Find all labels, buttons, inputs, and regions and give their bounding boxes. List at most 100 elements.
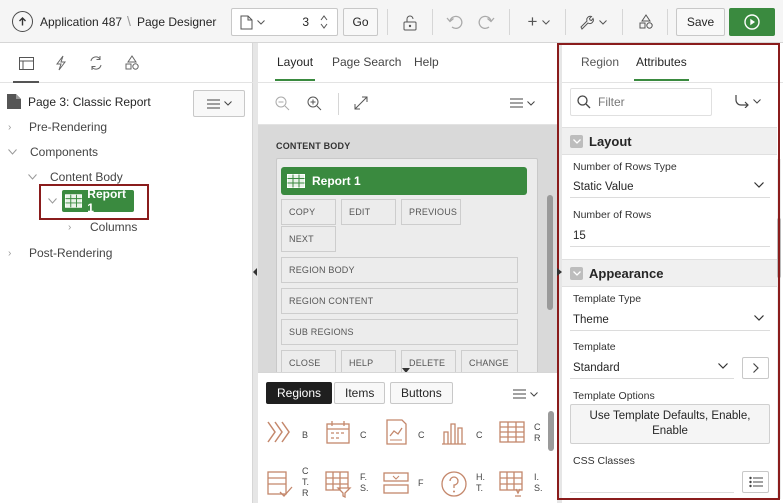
run-button[interactable] <box>729 8 775 36</box>
page-selector[interactable]: 3 <box>231 8 338 36</box>
rows-label: Number of Rows <box>573 209 652 221</box>
property-scroll-track[interactable] <box>777 159 781 499</box>
template-type-value: Theme <box>573 313 609 326</box>
page-number-input[interactable]: 3 <box>302 15 309 29</box>
form-region-icon[interactable] <box>382 470 410 498</box>
tree-node-pre-rendering[interactable]: › Pre-Rendering <box>8 120 107 134</box>
slot-previous[interactable]: PREVIOUS <box>401 199 461 225</box>
chevron-down-icon <box>718 363 728 369</box>
breadcrumb-region-icon[interactable] <box>266 418 294 446</box>
slot-close[interactable]: CLOSE <box>281 350 336 372</box>
calendar-region-icon[interactable] <box>324 418 352 446</box>
css-classes-list-button[interactable] <box>742 471 769 493</box>
gallery-tab-buttons[interactable]: Buttons <box>390 382 453 404</box>
save-button[interactable]: Save <box>676 8 725 36</box>
gallery-scrollbar[interactable] <box>548 411 554 451</box>
layout-menu-button[interactable] <box>510 98 535 108</box>
template-type-select[interactable]: Theme <box>570 309 770 331</box>
redo-icon[interactable] <box>473 8 499 36</box>
dynamic-actions-tab-icon[interactable] <box>52 54 70 72</box>
property-scroll-thumb[interactable] <box>777 218 781 278</box>
faceted-search-region-icon[interactable] <box>324 470 352 498</box>
page-node[interactable]: Page 3: Classic Report <box>6 93 151 110</box>
group-appearance[interactable]: Appearance <box>562 259 777 287</box>
play-icon <box>744 14 760 30</box>
chevron-down-icon <box>530 391 538 397</box>
toolbar-divider <box>667 9 668 35</box>
tree-menu-button[interactable] <box>193 90 245 117</box>
create-menu-button[interactable]: + <box>523 8 555 36</box>
shared-components-tab-icon[interactable] <box>123 54 141 72</box>
rows-type-select[interactable]: Static Value <box>570 176 770 198</box>
app-up-icon[interactable] <box>12 11 33 32</box>
template-select[interactable]: Standard <box>570 357 734 379</box>
tree-node-report-1[interactable]: Report 1 <box>62 187 134 215</box>
canvas-scrollbar[interactable] <box>547 195 553 310</box>
tab-help[interactable]: Help <box>414 55 439 69</box>
page-number-spinner[interactable] <box>319 12 333 32</box>
image-region-icon[interactable] <box>498 470 526 498</box>
chevron-down-icon <box>753 98 761 104</box>
processing-tab-icon[interactable] <box>87 54 105 72</box>
slot-region-body[interactable]: REGION BODY <box>281 257 518 283</box>
menu-icon <box>513 389 526 399</box>
slot-change[interactable]: CHANGE <box>461 350 518 372</box>
checklist-region-icon[interactable] <box>266 470 294 498</box>
tab-layout[interactable]: Layout <box>274 55 316 81</box>
zoom-in-icon[interactable] <box>307 96 322 111</box>
tab-page-search[interactable]: Page Search <box>332 55 401 69</box>
filter-box[interactable] <box>570 88 712 116</box>
expand-icon[interactable] <box>354 96 368 110</box>
template-options-button[interactable]: Use Template Defaults, Enable, Enable <box>570 404 770 444</box>
tree-node-columns[interactable]: › Columns <box>68 220 137 234</box>
undo-icon[interactable] <box>441 8 467 36</box>
css-classes-label: CSS Classes <box>573 455 635 467</box>
chart-region-icon[interactable] <box>382 418 410 446</box>
tree-node-content-body[interactable]: Content Body <box>28 170 123 184</box>
rows-input[interactable]: 15 <box>570 225 770 247</box>
rendering-tab-icon[interactable] <box>13 54 39 83</box>
shared-components-icon[interactable] <box>633 8 659 36</box>
tree-node-post-rendering[interactable]: › Post-Rendering <box>8 246 112 260</box>
application-link[interactable]: Application 487 <box>40 15 122 29</box>
region-header[interactable]: Report 1 <box>281 167 527 195</box>
toolbar-divider <box>565 9 566 35</box>
help-text-region-icon[interactable] <box>440 470 468 498</box>
slot-sub-regions[interactable]: SUB REGIONS <box>281 319 518 345</box>
zoom-out-icon[interactable] <box>275 96 290 111</box>
slot-region-content[interactable]: REGION CONTENT <box>281 288 518 314</box>
classic-report-region-icon[interactable] <box>498 418 526 446</box>
region-report-1[interactable]: Report 1 COPY EDIT PREVIOUS NEXT REGION … <box>276 158 538 372</box>
toolbar-divider <box>622 9 623 35</box>
layout-canvas[interactable]: CONTENT BODY Report 1 COPY EDIT PREVIOUS… <box>258 125 557 372</box>
layout-pane: Layout Page Search Help CONTENT BODY Rep… <box>258 43 557 503</box>
go-to-group-button[interactable] <box>734 94 761 108</box>
css-classes-input[interactable] <box>570 471 734 493</box>
collapse-right-icon[interactable] <box>557 268 562 276</box>
search-icon <box>577 95 591 109</box>
group-layout[interactable]: Layout <box>562 127 777 155</box>
gallery-tab-regions[interactable]: Regions <box>266 382 333 404</box>
slot-next[interactable]: NEXT <box>281 226 336 252</box>
chevron-down-icon[interactable] <box>48 198 57 204</box>
bar-chart-region-icon[interactable] <box>440 418 468 446</box>
go-button[interactable]: Go <box>343 8 378 36</box>
slot-edit[interactable]: EDIT <box>341 199 396 225</box>
lock-icon[interactable] <box>396 8 424 36</box>
chevron-down-icon <box>542 19 551 25</box>
page-label: Page 3: Classic Report <box>28 94 151 109</box>
filter-input[interactable] <box>598 95 698 109</box>
gallery-label: C T. R <box>302 466 310 498</box>
tree-node-components[interactable]: Components <box>8 145 98 159</box>
gallery-tab-items[interactable]: Items <box>334 382 386 404</box>
tree-label: Report 1 <box>87 187 126 215</box>
template-options-go-button[interactable] <box>742 357 769 379</box>
layout-toolbar <box>258 83 557 125</box>
slot-help[interactable]: HELP <box>341 350 396 372</box>
tab-region[interactable]: Region <box>581 55 619 69</box>
gallery-menu-button[interactable] <box>513 389 538 399</box>
tab-attributes[interactable]: Attributes <box>634 55 689 81</box>
utilities-menu-button[interactable] <box>574 8 610 36</box>
slot-copy[interactable]: COPY <box>281 199 336 225</box>
property-editor-pane: Region Attributes Layout Number of Rows … <box>562 43 783 503</box>
